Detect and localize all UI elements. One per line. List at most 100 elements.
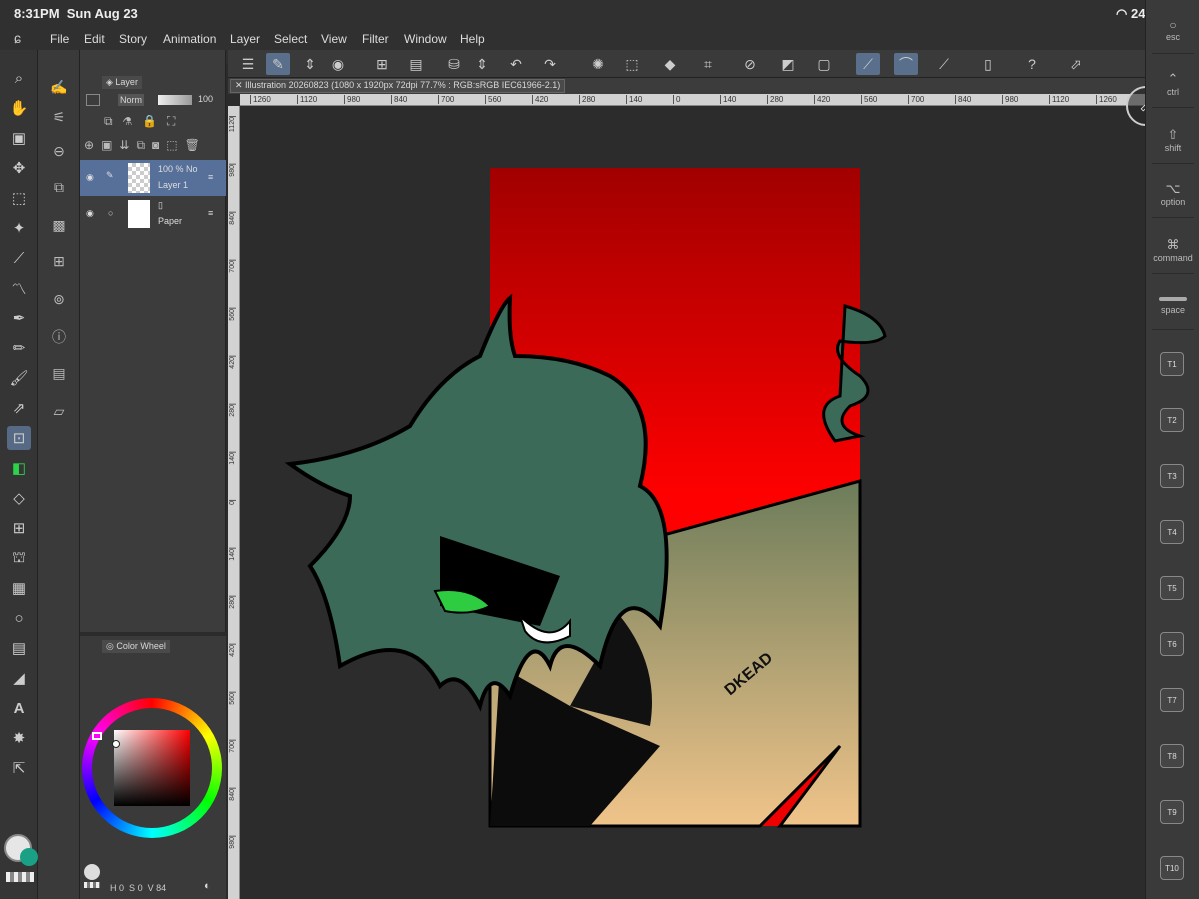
undo-icon[interactable]: ↶	[504, 53, 528, 75]
eye-icon[interactable]: ◉	[86, 172, 94, 183]
fill-bucket-icon[interactable]: ⛫	[7, 546, 31, 570]
t6-key[interactable]: T6	[1160, 632, 1184, 656]
layer-color-icon[interactable]	[86, 94, 100, 106]
t4-key[interactable]: T4	[1160, 520, 1184, 544]
save-icon[interactable]: ⛁	[442, 53, 466, 75]
t8-key[interactable]: T8	[1160, 744, 1184, 768]
mask-add-icon[interactable]: ◙	[152, 138, 166, 152]
ctrl-key[interactable]: ⌃ ctrl	[1152, 60, 1194, 108]
app-logo-icon[interactable]: ɕ	[14, 30, 21, 46]
layer-panel-tab[interactable]: ◈ Layer	[102, 76, 142, 89]
curve-snap-icon[interactable]: ⌒	[894, 53, 918, 75]
mask-icon[interactable]: ⛶	[167, 114, 185, 128]
blend-mode-select[interactable]: Norm	[118, 94, 144, 106]
duplicate-icon[interactable]: ⧉	[136, 138, 152, 152]
edit-mode-icon[interactable]: ✎	[266, 53, 290, 75]
image-icon[interactable]: ▩	[48, 214, 70, 236]
invert-selection-icon[interactable]: ◩	[776, 53, 800, 75]
t9-key[interactable]: T9	[1160, 800, 1184, 824]
lasso-icon[interactable]: ◢	[7, 666, 31, 690]
auto-action-icon[interactable]: ▱	[48, 400, 70, 422]
info-icon[interactable]: ⓘ	[48, 326, 70, 348]
grid-icon[interactable]: ⊞	[7, 516, 31, 540]
help-icon[interactable]: ?	[1020, 53, 1044, 75]
clear-layer-icon[interactable]: ⬚	[166, 138, 184, 152]
eraser-icon[interactable]: ◇	[7, 486, 31, 510]
layer-lock-row[interactable]: ⧉⚗🔒⛶	[104, 114, 185, 129]
magic-wand-icon[interactable]: ✦	[7, 216, 31, 240]
layer-menu-icon[interactable]: ≡	[208, 172, 213, 182]
decoration-icon[interactable]: ⊡	[7, 426, 31, 450]
figure-icon[interactable]: ○	[7, 606, 31, 630]
vector-icon[interactable]: 〽	[7, 276, 31, 300]
eyedropper-icon[interactable]: ⟋	[7, 246, 31, 270]
tool-property-icon[interactable]: ⚟	[48, 106, 70, 128]
stepper-icon[interactable]: ⇕	[298, 53, 322, 75]
merge-icon[interactable]: ⇊	[119, 138, 136, 152]
current-color-dot[interactable]	[84, 864, 100, 880]
t10-key[interactable]: T10	[1160, 856, 1184, 880]
blend-icon[interactable]: ◧	[7, 456, 31, 480]
menu-animation[interactable]: Animation	[163, 32, 216, 46]
selection-icon[interactable]: ⬚	[7, 186, 31, 210]
material-icon[interactable]: ⊞	[48, 250, 70, 272]
menu-view[interactable]: View	[321, 32, 347, 46]
gradient-icon[interactable]: ▦	[7, 576, 31, 600]
eye-icon[interactable]: ◉	[86, 208, 94, 219]
clear-icon[interactable]: ⬚	[620, 53, 644, 75]
pen-icon[interactable]: ✒	[7, 306, 31, 330]
companion-icon[interactable]: ▯	[976, 53, 1000, 75]
brush-size-icon[interactable]: ⊖	[48, 140, 70, 162]
menu-file[interactable]: File	[50, 32, 69, 46]
transform-icon[interactable]: ⌗	[696, 53, 720, 75]
new-folder-icon[interactable]: ▣	[101, 138, 119, 152]
frame-icon[interactable]: ▤	[7, 636, 31, 660]
loading-icon[interactable]: ✺	[586, 53, 610, 75]
history-icon[interactable]: ▤	[48, 362, 70, 384]
clip-icon[interactable]: ⧉	[104, 114, 123, 128]
hamburger-menu-icon[interactable]: ☰	[236, 53, 260, 75]
ruler-snap-icon[interactable]: ⟋	[856, 53, 880, 75]
menu-select[interactable]: Select	[274, 32, 307, 46]
brush-icon[interactable]: 🖌	[7, 366, 31, 390]
settings-icon[interactable]: ◐	[204, 880, 211, 892]
space-key[interactable]: space	[1152, 282, 1194, 330]
command-key[interactable]: ⌘ command	[1152, 226, 1194, 274]
esc-key[interactable]: ○ esc	[1152, 6, 1194, 54]
snap-icon[interactable]: ⟋	[932, 53, 956, 75]
transparent-color-icon[interactable]	[6, 872, 34, 882]
redo-icon[interactable]: ↷	[538, 53, 562, 75]
deselect-icon[interactable]: ⊘	[738, 53, 762, 75]
pencil-icon[interactable]: ✏	[7, 336, 31, 360]
layer-row-paper[interactable]: ◉ ○ ▯ Paper ≡	[80, 196, 226, 232]
airbrush-icon[interactable]: ⇗	[7, 396, 31, 420]
t3-key[interactable]: T3	[1160, 464, 1184, 488]
balloon-icon[interactable]: ✸	[7, 726, 31, 750]
reference-icon[interactable]: ⚗	[123, 114, 142, 128]
menu-story[interactable]: Story	[119, 32, 147, 46]
trash-icon[interactable]: 🗑	[185, 138, 207, 152]
t7-key[interactable]: T7	[1160, 688, 1184, 712]
new-file-icon[interactable]: ⊞	[370, 53, 394, 75]
close-icon[interactable]: ✕	[235, 80, 245, 90]
sub-color-swatch[interactable]	[20, 848, 38, 866]
ruler-pen-icon[interactable]: ✍	[48, 76, 70, 98]
menu-edit[interactable]: Edit	[84, 32, 105, 46]
opacity-slider[interactable]	[158, 95, 192, 105]
crop-icon[interactable]: ▢	[812, 53, 836, 75]
layer-row-layer1[interactable]: ◉ ✎ 100 % No Layer 1 ≡	[80, 160, 226, 196]
opacity-value[interactable]: 100	[198, 94, 213, 104]
hue-marker[interactable]	[92, 732, 102, 740]
record-icon[interactable]: ◉	[326, 53, 350, 75]
option-key[interactable]: ⌥ option	[1152, 170, 1194, 218]
layer-stack-icon[interactable]: ⧉	[48, 176, 70, 198]
layer-move-icon[interactable]: ▣	[7, 126, 31, 150]
menu-window[interactable]: Window	[404, 32, 447, 46]
menu-layer[interactable]: Layer	[230, 32, 260, 46]
menu-help[interactable]: Help	[460, 32, 485, 46]
color-marker[interactable]	[112, 740, 120, 748]
shift-key[interactable]: ⇧ shift	[1152, 116, 1194, 164]
t5-key[interactable]: T5	[1160, 576, 1184, 600]
saturation-square[interactable]	[114, 730, 190, 806]
new-layer-icon[interactable]: ⊕	[84, 138, 101, 152]
